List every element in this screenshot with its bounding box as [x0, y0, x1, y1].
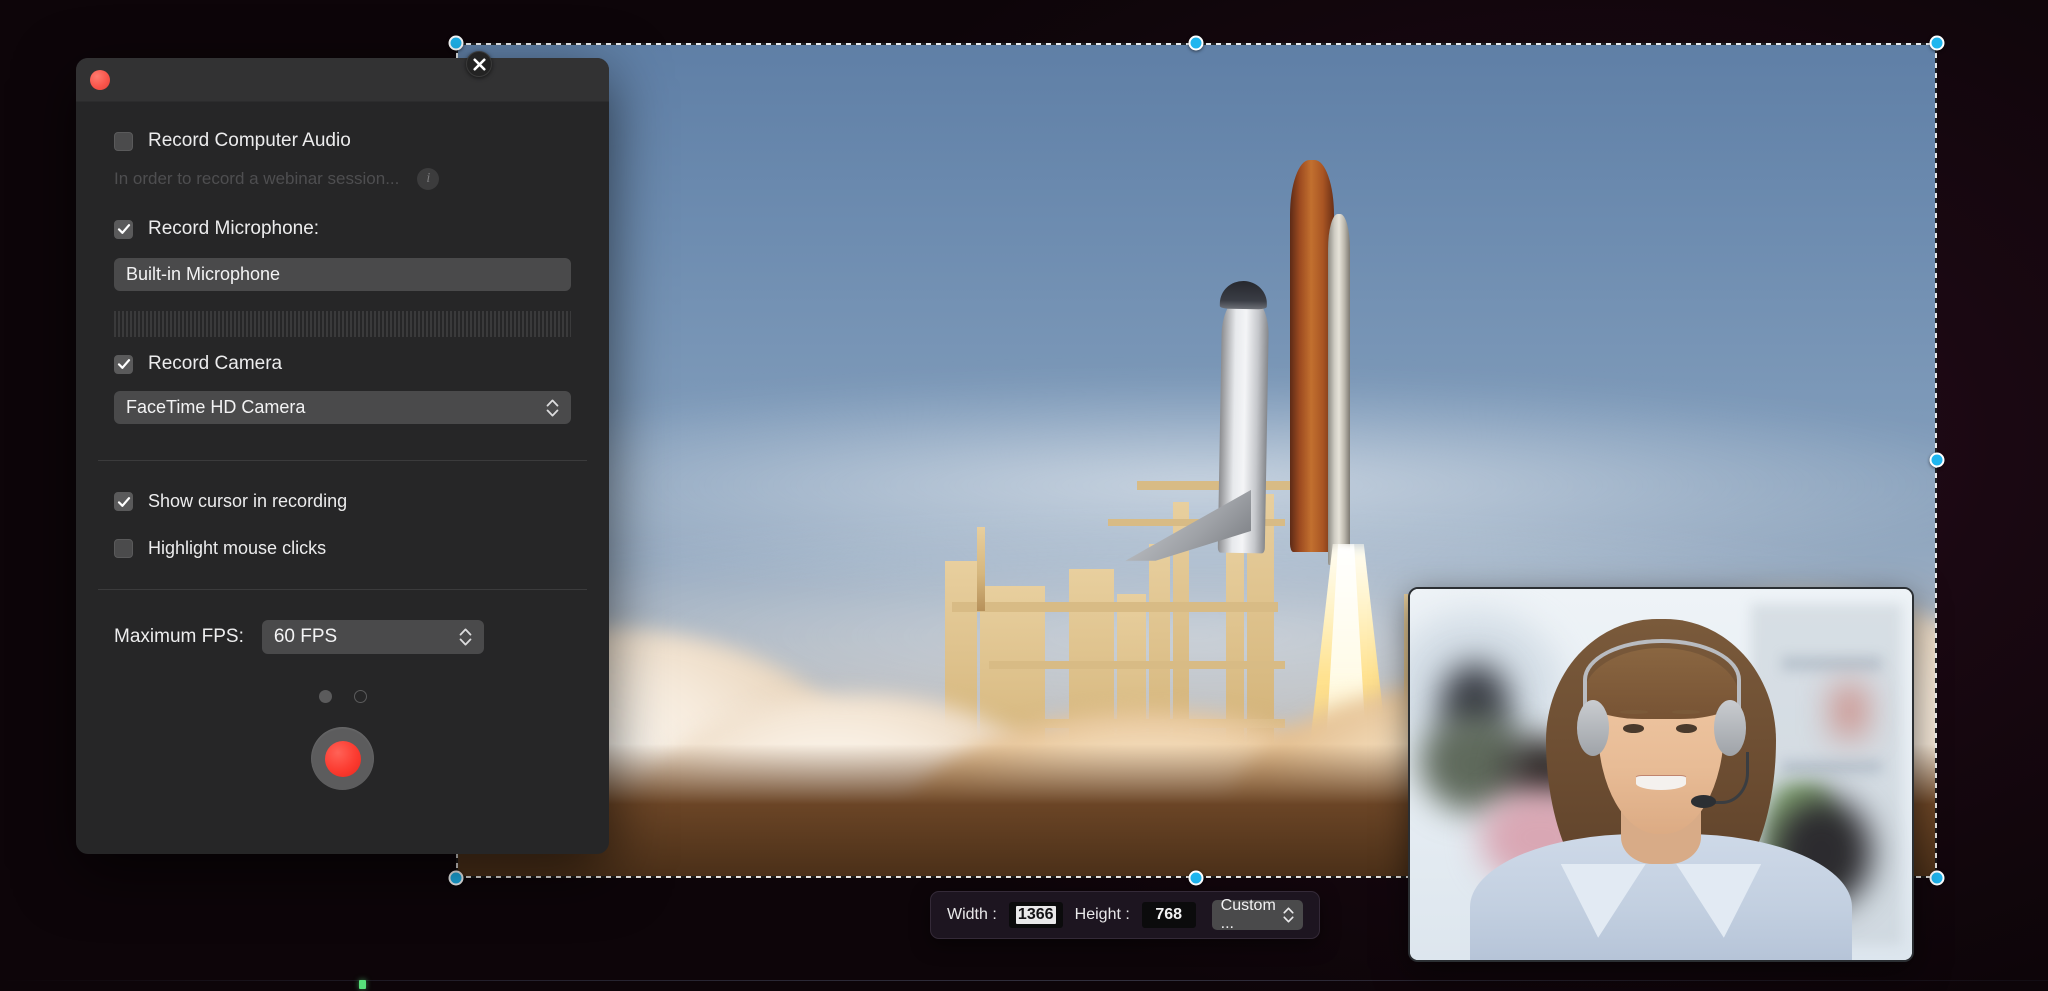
- close-icon: [472, 57, 486, 71]
- checkmark-icon: [117, 496, 130, 507]
- height-value: 768: [1155, 906, 1183, 923]
- width-label: Width :: [947, 906, 997, 923]
- panel-pager[interactable]: [76, 690, 609, 703]
- show-cursor-row[interactable]: Show cursor in recording: [76, 491, 609, 512]
- show-cursor-label: Show cursor in recording: [148, 491, 348, 511]
- solid-rocket-booster: [1328, 214, 1350, 565]
- record-button[interactable]: [311, 727, 374, 790]
- close-capture-button[interactable]: [466, 51, 492, 77]
- divider-2: [98, 589, 587, 590]
- highlight-clicks-row[interactable]: Highlight mouse clicks: [76, 538, 609, 559]
- show-cursor-checkbox[interactable]: [114, 492, 133, 511]
- resize-handle-top-right[interactable]: [1929, 35, 1945, 51]
- chevron-updown-icon: [1283, 907, 1294, 923]
- checkmark-icon: [117, 224, 130, 234]
- screen-root: Record Computer Audio In order to record…: [0, 0, 2048, 991]
- maximum-fps-label: Maximum FPS:: [114, 626, 244, 647]
- record-computer-audio-row[interactable]: Record Computer Audio: [76, 130, 609, 152]
- record-microphone-label: Record Microphone:: [148, 218, 320, 239]
- size-preset-select[interactable]: Custom ...: [1211, 897, 1304, 932]
- close-window-button[interactable]: [90, 69, 110, 90]
- resize-handle-top-left[interactable]: [448, 35, 464, 51]
- audio-level-meter: [114, 309, 571, 339]
- camera-device-select[interactable]: FaceTime HD Camera: [114, 391, 571, 424]
- checkmark-icon: [117, 359, 130, 369]
- record-microphone-row[interactable]: Record Microphone:: [76, 218, 609, 240]
- pager-dot-2[interactable]: [353, 690, 367, 703]
- resize-handle-top-center[interactable]: [1188, 35, 1204, 51]
- record-computer-audio-label: Record Computer Audio: [148, 130, 351, 151]
- width-value: 1366: [1015, 906, 1056, 924]
- info-icon[interactable]: i: [417, 168, 440, 190]
- panel-body: Record Computer Audio In order to record…: [76, 102, 609, 790]
- maximum-fps-value: 60 FPS: [273, 626, 338, 647]
- highlight-clicks-checkbox[interactable]: [114, 539, 133, 558]
- record-camera-label: Record Camera: [148, 353, 283, 374]
- panel-titlebar[interactable]: [76, 58, 609, 102]
- maximum-fps-row: Maximum FPS: 60 FPS: [76, 620, 609, 654]
- microphone-device-select[interactable]: Built-in Microphone: [114, 258, 571, 291]
- headset-microphone: [1691, 794, 1717, 808]
- computer-audio-hint: In order to record a webinar session...: [114, 169, 400, 188]
- record-camera-checkbox[interactable]: [114, 354, 133, 374]
- computer-audio-hint-row: In order to record a webinar session... …: [76, 168, 609, 190]
- resize-handle-bottom-right[interactable]: [1929, 870, 1945, 886]
- resize-handle-bottom-center[interactable]: [1188, 870, 1204, 886]
- chevron-updown-icon: [546, 399, 559, 417]
- record-button-wrap: [76, 727, 609, 790]
- camera-device-value: FaceTime HD Camera: [126, 397, 306, 417]
- divider-1: [98, 460, 587, 461]
- maximum-fps-select[interactable]: 60 FPS: [261, 620, 484, 654]
- camera-preview-overlay[interactable]: [1408, 587, 1914, 962]
- headset-earcup-left: [1576, 700, 1609, 756]
- chevron-updown-icon: [459, 628, 472, 646]
- height-label: Height :: [1074, 906, 1130, 923]
- headset-earcup-right: [1713, 700, 1746, 756]
- record-camera-row[interactable]: Record Camera: [76, 353, 609, 375]
- record-computer-audio-checkbox[interactable]: [114, 131, 133, 151]
- person-smile: [1635, 776, 1687, 790]
- height-input[interactable]: 768: [1141, 902, 1196, 928]
- pager-dot-1[interactable]: [318, 690, 332, 703]
- resize-handle-bottom-left[interactable]: [448, 870, 464, 886]
- desktop-bottom-edge: [0, 980, 2048, 981]
- record-microphone-checkbox[interactable]: [114, 219, 133, 239]
- width-input[interactable]: 1366: [1008, 902, 1063, 928]
- record-button-core: [324, 740, 361, 777]
- status-indicator-dot: [359, 980, 366, 989]
- microphone-device-value: Built-in Microphone: [126, 264, 281, 284]
- resize-handle-middle-right[interactable]: [1929, 452, 1945, 468]
- highlight-clicks-label: Highlight mouse clicks: [148, 538, 327, 558]
- recorder-settings-panel: Record Computer Audio In order to record…: [76, 58, 609, 854]
- size-preset-value: Custom ...: [1220, 897, 1276, 932]
- capture-size-toolbar: Width : 1366 Height : 768 Custom ...: [930, 891, 1320, 939]
